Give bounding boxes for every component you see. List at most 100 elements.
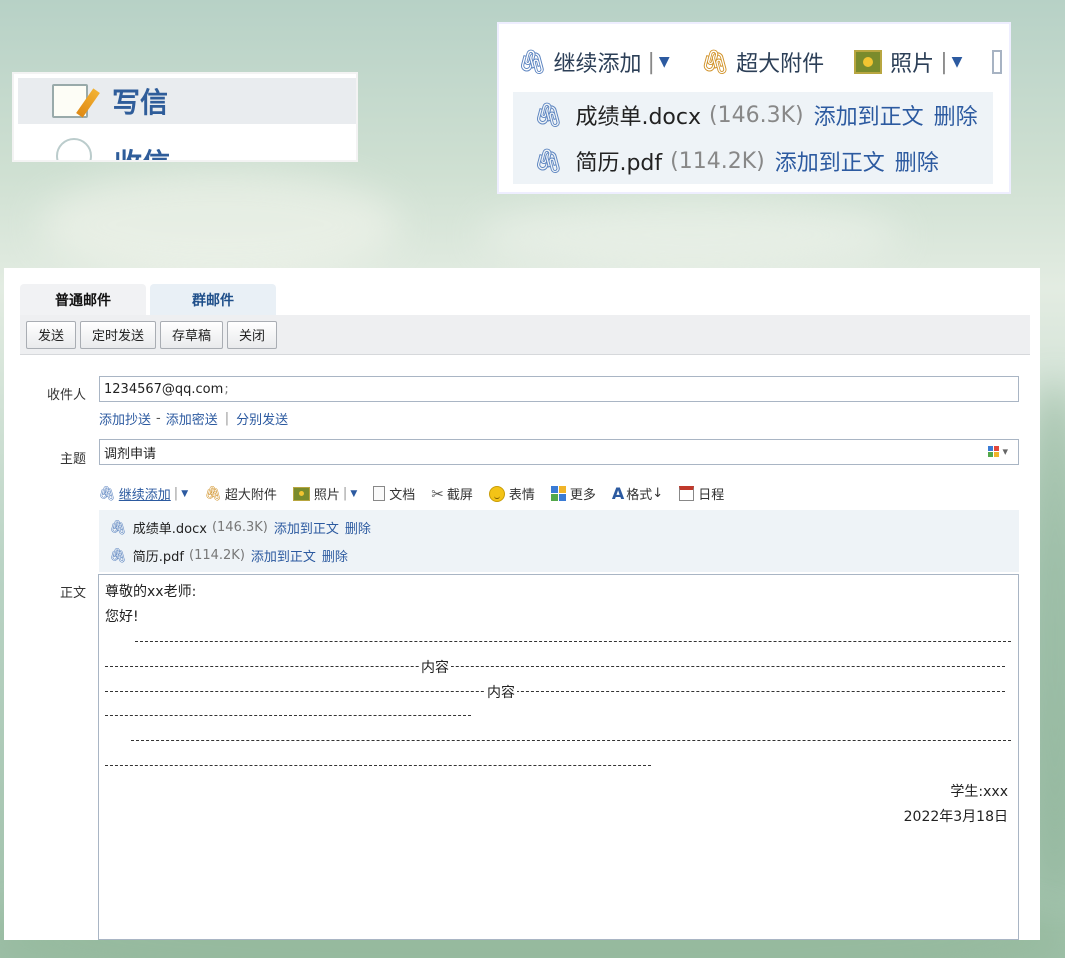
- calendar-icon: [679, 486, 695, 501]
- paperclip-gold-icon: 🖇: [204, 485, 222, 502]
- divider: |: [940, 49, 948, 75]
- large-attach-button[interactable]: 🖇 超大附件: [700, 46, 824, 78]
- photo-button[interactable]: 照片 | ▼: [292, 484, 357, 503]
- delete-attachment-link[interactable]: 删除: [934, 99, 978, 131]
- paperclip-icon: 🖇: [109, 547, 127, 564]
- more-button[interactable]: 更多: [550, 484, 596, 503]
- paperclip-icon: 🖇: [533, 101, 564, 129]
- divider: |: [173, 486, 179, 501]
- add-to-body-link[interactable]: 添加到正文: [274, 518, 339, 537]
- attachment-name[interactable]: 成绩单.docx: [575, 99, 701, 131]
- photo-icon: [854, 50, 883, 74]
- body-hello: 您好!: [105, 609, 139, 625]
- schedule-button[interactable]: 日程: [679, 484, 724, 503]
- large-attach-label: 超大附件: [224, 488, 277, 503]
- delete-attachment-link[interactable]: 删除: [345, 518, 371, 537]
- continue-add-button[interactable]: 🖇 继续添加 | ▼: [517, 46, 670, 78]
- signature-date: 2022年3月18日: [903, 809, 1008, 825]
- continue-add-label: 继续添加: [118, 488, 171, 503]
- attachment-size: (146.3K): [709, 102, 804, 128]
- background-cloud: [40, 170, 400, 280]
- document-icon[interactable]: [992, 50, 1003, 74]
- paperclip-icon: 🖇: [517, 48, 548, 76]
- attachment-row: 🖇 成绩单.docx (146.3K) 添加到正文 删除: [109, 518, 371, 538]
- delete-attachment-link[interactable]: 删除: [895, 145, 939, 177]
- continue-add-button[interactable]: 🖇 继续添加 | ▼: [98, 484, 188, 504]
- continue-add-label: 继续添加: [553, 52, 642, 77]
- compose-toolbar: 发送 定时发送 存草稿 关闭: [20, 315, 1030, 355]
- document-icon: [373, 486, 386, 501]
- subject-field[interactable]: 调剂申请 ▾: [99, 439, 1019, 465]
- recipient-label: 收件人: [46, 388, 86, 403]
- attachment-name[interactable]: 简历.pdf: [133, 546, 184, 565]
- document-label: 文档: [389, 488, 416, 503]
- save-draft-button[interactable]: 存草稿: [160, 320, 224, 349]
- body-content-word: 内容: [419, 657, 451, 677]
- subject-label: 主题: [59, 452, 86, 467]
- attachment-size: (146.3K): [211, 520, 268, 535]
- delete-attachment-link[interactable]: 删除: [322, 546, 348, 565]
- add-bcc-link[interactable]: 添加密送: [166, 409, 218, 428]
- document-button[interactable]: 文档: [373, 484, 415, 503]
- inbox-icon: [56, 138, 92, 160]
- attachment-row: 🖇 简历.pdf (114.2K) 添加到正文 删除: [513, 138, 993, 184]
- chevron-down-icon[interactable]: ▼: [659, 54, 670, 70]
- emoji-button[interactable]: 表情: [488, 484, 535, 503]
- separate-send-link[interactable]: 分别发送: [236, 409, 288, 428]
- chevron-down-icon[interactable]: ▼: [350, 489, 357, 499]
- photo-label: 照片: [313, 488, 340, 503]
- tab-group-mail[interactable]: 群邮件: [150, 284, 276, 316]
- tab-normal-mail[interactable]: 普通邮件: [20, 284, 146, 316]
- divider: |: [647, 49, 655, 75]
- body-content-word: 内容: [485, 682, 517, 702]
- body-dash-line: [105, 715, 471, 716]
- paperclip-icon: 🖇: [533, 147, 564, 175]
- link-divider: |: [224, 411, 230, 426]
- sidebar-item-write[interactable]: 写信: [18, 78, 356, 124]
- add-to-body-link[interactable]: 添加到正文: [814, 99, 924, 131]
- apps-grid-icon: [550, 486, 566, 501]
- stationery-picker[interactable]: ▾: [988, 445, 1008, 458]
- recipient-field[interactable]: 1234567@qq.com ;: [99, 376, 1019, 402]
- body-dash-line: [105, 666, 1005, 667]
- chevron-down-icon: ▾: [1002, 445, 1008, 458]
- emoji-label: 表情: [508, 488, 535, 503]
- close-button[interactable]: 关闭: [227, 320, 278, 349]
- scheduled-send-button[interactable]: 定时发送: [80, 320, 157, 349]
- attachment-name[interactable]: 简历.pdf: [575, 145, 662, 177]
- send-button[interactable]: 发送: [26, 320, 77, 349]
- attachment-name[interactable]: 成绩单.docx: [133, 518, 207, 537]
- link-dash: -: [156, 411, 161, 426]
- format-label: 格式: [626, 488, 653, 503]
- more-label: 更多: [569, 488, 596, 503]
- attachment-list: 🖇 成绩单.docx (146.3K) 添加到正文 删除 🖇 简历.pdf (1…: [99, 510, 1019, 572]
- add-to-body-link[interactable]: 添加到正文: [775, 145, 885, 177]
- body-editor[interactable]: 尊敬的xx老师: 您好! 内容 内容 学生:xxx 2022年3月18日: [98, 574, 1019, 940]
- background-cloud: [480, 200, 900, 270]
- attachment-row: 🖇 成绩单.docx (146.3K) 添加到正文 删除: [513, 92, 993, 138]
- recipient-separator: ;: [224, 381, 229, 397]
- large-attach-button[interactable]: 🖇 超大附件: [204, 484, 277, 504]
- body-label: 正文: [59, 586, 86, 601]
- photo-label: 照片: [890, 52, 935, 77]
- subject-value: 调剂申请: [104, 446, 157, 462]
- attachment-zoom-panel: 🖇 继续添加 | ▼ 🖇 超大附件 照片 | ▼ 🖇 成绩单.docx (146…: [497, 22, 1011, 194]
- recipient-chip[interactable]: 1234567@qq.com: [104, 382, 223, 397]
- format-button[interactable]: A 格式 ↓: [612, 484, 663, 503]
- recipient-links: 添加抄送 - 添加密送 | 分别发送: [99, 409, 288, 428]
- screenshot-button[interactable]: ✂ 截屏: [431, 484, 473, 504]
- paperclip-gold-icon: 🖇: [699, 48, 731, 76]
- add-to-body-link[interactable]: 添加到正文: [251, 546, 316, 565]
- attachment-row: 🖇 简历.pdf (114.2K) 添加到正文 删除: [109, 546, 348, 566]
- chevron-down-icon[interactable]: ▼: [952, 54, 963, 70]
- paperclip-icon: 🖇: [109, 519, 127, 536]
- smiley-icon: [488, 485, 505, 502]
- add-cc-link[interactable]: 添加抄送: [99, 409, 151, 428]
- sidebar-zoom-panel: 写信 收信: [12, 72, 358, 162]
- body-dash-line: [105, 765, 651, 766]
- sidebar-item-receive[interactable]: 收信: [18, 132, 356, 160]
- body-dash-line: [105, 691, 1005, 692]
- paperclip-icon: 🖇: [98, 485, 116, 502]
- chevron-down-icon[interactable]: ▼: [181, 489, 188, 499]
- photo-button[interactable]: 照片 | ▼: [854, 46, 962, 78]
